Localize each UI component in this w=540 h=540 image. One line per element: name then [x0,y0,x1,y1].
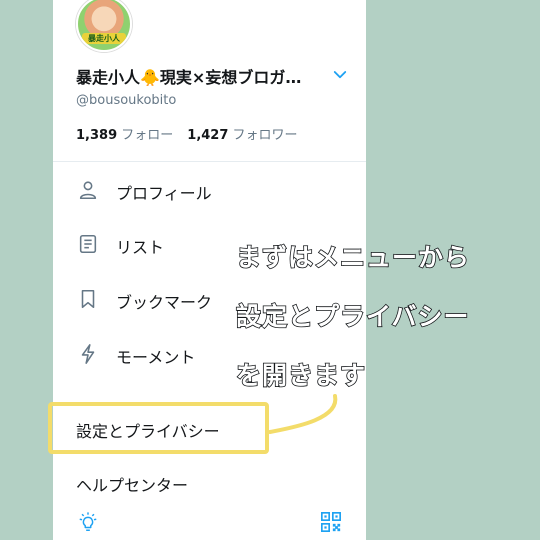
menu-item-label: モーメント [116,348,196,367]
following-link[interactable]: 1,389 フォロー [76,128,173,143]
bookmark-icon [81,289,95,309]
help-center-link[interactable]: ヘルプセンター [76,472,188,496]
annotation-line: 設定とプライバシー [235,301,470,332]
avatar[interactable]: 暴走小人 [76,0,132,52]
display-name: 暴走小人🐥現実×妄想ブロガ… [76,68,302,87]
chevron-down-icon[interactable] [331,66,349,84]
followers-link[interactable]: 1,427 フォロワー [187,128,297,143]
followers-count: 1,427 [187,128,229,143]
menu-item-profile[interactable]: プロフィール [75,171,335,211]
bulb-icon[interactable] [77,511,99,533]
person-icon [79,181,97,200]
follow-stats: 1,389 フォロー 1,427 フォロワー [76,124,298,143]
menu-item-label: リスト [116,238,165,257]
avatar-banner-text: 暴走小人 [82,33,126,44]
annotation-line: を開きます [235,360,367,391]
annotation-text: まずはメニューから 設定とプライバシー を開きます [235,228,536,405]
following-label: フォロー [121,128,174,143]
divider [53,161,366,162]
qr-code-icon[interactable] [320,511,342,533]
menu-item-label: ブックマーク [116,293,213,312]
annotation-line: まずはメニューから [235,242,471,273]
settings-highlight-box [48,402,269,454]
list-icon [79,234,97,254]
following-count: 1,389 [76,128,118,143]
user-handle: @bousoukobito [76,93,177,108]
followers-label: フォロワー [232,128,298,143]
menu-item-label: プロフィール [116,184,212,203]
lightning-icon [81,344,95,364]
